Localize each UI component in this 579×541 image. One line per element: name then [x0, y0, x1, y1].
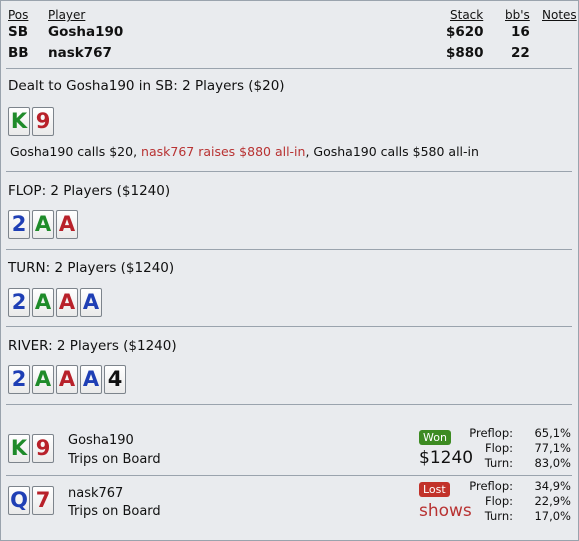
playing-card: 7 [32, 486, 54, 515]
playing-card: A [56, 210, 78, 239]
playing-card: A [32, 365, 54, 394]
col-notes-header[interactable]: Notes [542, 8, 577, 22]
flop-title: FLOP: 2 Players ($1240) [8, 183, 171, 199]
player-name: Gosha190 [48, 24, 124, 40]
equity-label: Flop: [484, 441, 513, 455]
playing-card: A [32, 288, 54, 317]
flop-cards: 2AA [8, 210, 78, 239]
player-pos: SB [8, 24, 29, 40]
result-hand-label: Trips on Board [68, 452, 161, 467]
preflop-actions: Gosha190 calls $20, nask767 raises $880 … [10, 144, 479, 159]
equity-label: Preflop: [469, 479, 513, 493]
playing-card: 4 [104, 365, 126, 394]
equity-label: Turn: [484, 509, 513, 523]
col-bbs-header[interactable]: bb's [505, 8, 530, 22]
equity-value: 65,1% [534, 426, 571, 440]
playing-card: A [56, 365, 78, 394]
result-player-name: Gosha190 [68, 433, 134, 448]
divider [6, 171, 572, 172]
action-call: Gosha190 calls $20, [10, 144, 142, 159]
divider [6, 475, 572, 476]
playing-card: 2 [8, 288, 30, 317]
player-stack: $620 [446, 24, 484, 40]
player-bbs: 22 [511, 45, 530, 61]
player-pos: BB [8, 45, 29, 61]
playing-card: A [80, 288, 102, 317]
result-player-name: nask767 [68, 486, 124, 501]
equity-value: 34,9% [534, 479, 571, 493]
result-hole-cards: K9 [8, 434, 54, 463]
turn-title: TURN: 2 Players ($1240) [8, 260, 175, 276]
equity-label: Flop: [484, 494, 513, 508]
river-title: RIVER: 2 Players ($1240) [8, 338, 177, 354]
playing-card: K [8, 107, 30, 136]
equity-value: 77,1% [534, 441, 571, 455]
equity-value: 83,0% [534, 456, 571, 470]
player-stack: $880 [446, 45, 484, 61]
playing-card: Q [8, 486, 30, 515]
lost-badge: Lost [419, 482, 450, 497]
divider [6, 326, 572, 327]
result-amount: shows [419, 501, 472, 521]
preflop-title: Dealt to Gosha190 in SB: 2 Players ($20) [8, 78, 285, 94]
col-stack-header[interactable]: Stack [450, 8, 483, 22]
playing-card: A [80, 365, 102, 394]
turn-cards: 2AAA [8, 288, 102, 317]
divider [6, 68, 572, 69]
equity-label: Preflop: [469, 426, 513, 440]
equity-label: Turn: [484, 456, 513, 470]
result-amount: $1240 [419, 448, 474, 468]
equity-value: 17,0% [534, 509, 571, 523]
playing-card: A [32, 210, 54, 239]
divider [6, 249, 572, 250]
player-name: nask767 [48, 45, 112, 61]
playing-card: 9 [32, 434, 54, 463]
playing-card: K [8, 434, 30, 463]
equity-table: Preflop: 65,1% Flop: 77,1% Turn: 83,0% [469, 426, 571, 471]
equity-table: Preflop: 34,9% Flop: 22,9% Turn: 17,0% [469, 479, 571, 524]
result-hand-label: Trips on Board [68, 504, 161, 519]
playing-card: 2 [8, 365, 30, 394]
playing-card: A [56, 288, 78, 317]
action-raise: nask767 raises $880 all-in [141, 144, 306, 159]
col-pos-header[interactable]: Pos [8, 8, 28, 22]
result-hole-cards: Q7 [8, 486, 54, 515]
river-cards: 2AAA4 [8, 365, 126, 394]
action-call-allin: , Gosha190 calls $580 all-in [305, 144, 479, 159]
divider [6, 404, 572, 405]
won-badge: Won [419, 430, 451, 445]
playing-card: 9 [32, 107, 54, 136]
col-player-header[interactable]: Player [48, 8, 85, 22]
playing-card: 2 [8, 210, 30, 239]
equity-value: 22,9% [534, 494, 571, 508]
hole-cards: K9 [8, 107, 54, 136]
player-bbs: 16 [511, 24, 530, 40]
